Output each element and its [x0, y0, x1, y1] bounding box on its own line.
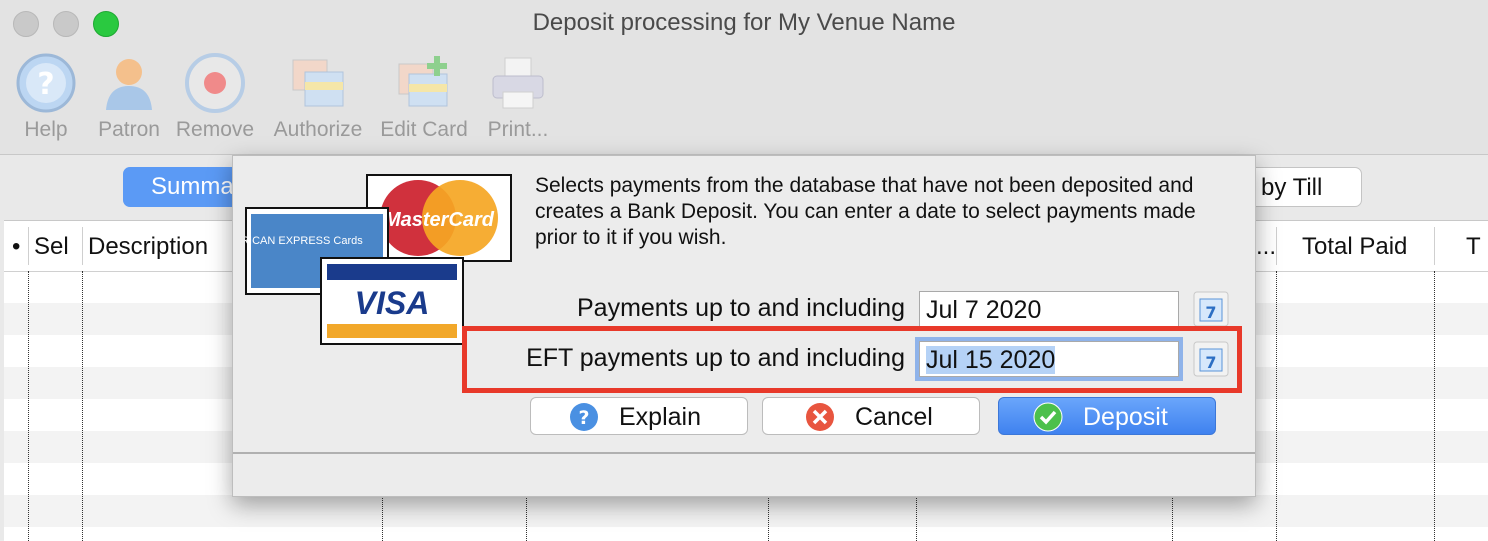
authorize-icon — [292, 59, 344, 107]
info-question-icon: ? — [570, 403, 598, 431]
dialog-divider — [233, 452, 1255, 454]
table-row[interactable] — [4, 495, 1488, 527]
column-line — [1434, 271, 1435, 541]
eft-calendar-icon[interactable]: 7 — [1193, 341, 1229, 377]
patron-button[interactable]: Patron — [94, 52, 164, 142]
remove-button[interactable]: Remove — [174, 52, 256, 142]
edit-card-button[interactable]: Edit Card — [376, 52, 472, 142]
column-header-total-paid[interactable]: Total Paid — [1302, 233, 1407, 261]
eft-date-label: EFT payments up to and including — [526, 344, 905, 372]
help-icon: ? — [16, 53, 76, 113]
column-header-description[interactable]: Description — [88, 233, 208, 261]
eft-date-value: Jul 15 2020 — [926, 346, 1056, 374]
column-line — [1276, 271, 1277, 541]
svg-text:7: 7 — [1205, 353, 1216, 372]
toolbar: ? Help Patron Remove Authorize Edit Card… — [0, 46, 1488, 155]
payments-date-input[interactable]: Jul 7 2020 — [919, 291, 1179, 327]
credit-cards-logo: MasterCard AMERICAN EXPRESS Cards VISA — [245, 174, 512, 345]
column-line — [28, 271, 29, 541]
authorize-button[interactable]: Authorize — [268, 52, 368, 142]
column-divider[interactable] — [1276, 227, 1277, 265]
column-line — [82, 271, 83, 541]
deposit-dialog: MasterCard AMERICAN EXPRESS Cards VISA S… — [232, 155, 1256, 497]
title-bar: Deposit processing for My Venue Name — [0, 0, 1488, 46]
edit-card-icon — [398, 56, 448, 107]
window-title: Deposit processing for My Venue Name — [532, 9, 956, 36]
payments-date-label: Payments up to and including — [577, 294, 905, 322]
deposit-window: Deposit processing for My Venue Name ? H… — [0, 0, 1488, 541]
column-divider[interactable] — [28, 227, 29, 265]
svg-text:7: 7 — [1205, 303, 1216, 322]
calendar-icon[interactable]: 7 — [1193, 291, 1229, 327]
svg-text:MasterCard: MasterCard — [384, 209, 495, 231]
cancel-x-icon — [806, 403, 834, 431]
svg-text:AMERICAN EXPRESS Cards: AMERICAN EXPRESS Cards — [245, 235, 363, 247]
eft-date-input[interactable]: Jul 15 2020 — [915, 337, 1183, 381]
column-divider[interactable] — [82, 227, 83, 265]
remove-icon — [185, 53, 245, 113]
dialog-description: Selects payments from the database that … — [535, 174, 1196, 249]
help-button[interactable]: ? Help — [14, 52, 78, 142]
print-button[interactable]: Print... — [480, 52, 556, 142]
printer-icon — [492, 57, 544, 109]
explain-button[interactable]: ? Explain — [530, 397, 748, 435]
column-header-truncated[interactable]: ... — [1256, 233, 1276, 261]
tab-by-till[interactable]: by Till — [1240, 167, 1362, 207]
svg-text:?: ? — [37, 67, 54, 102]
cancel-button[interactable]: Cancel — [762, 397, 980, 435]
svg-text:?: ? — [578, 407, 589, 429]
column-divider[interactable] — [1434, 227, 1435, 265]
patron-icon — [106, 59, 152, 110]
deposit-button[interactable]: Deposit — [998, 397, 1216, 435]
checkmark-icon — [1033, 402, 1063, 432]
column-header-t[interactable]: T — [1466, 233, 1481, 261]
column-header-bullet[interactable]: • — [12, 233, 20, 261]
svg-text:VISA: VISA — [355, 285, 430, 321]
column-header-sel[interactable]: Sel — [34, 233, 69, 261]
